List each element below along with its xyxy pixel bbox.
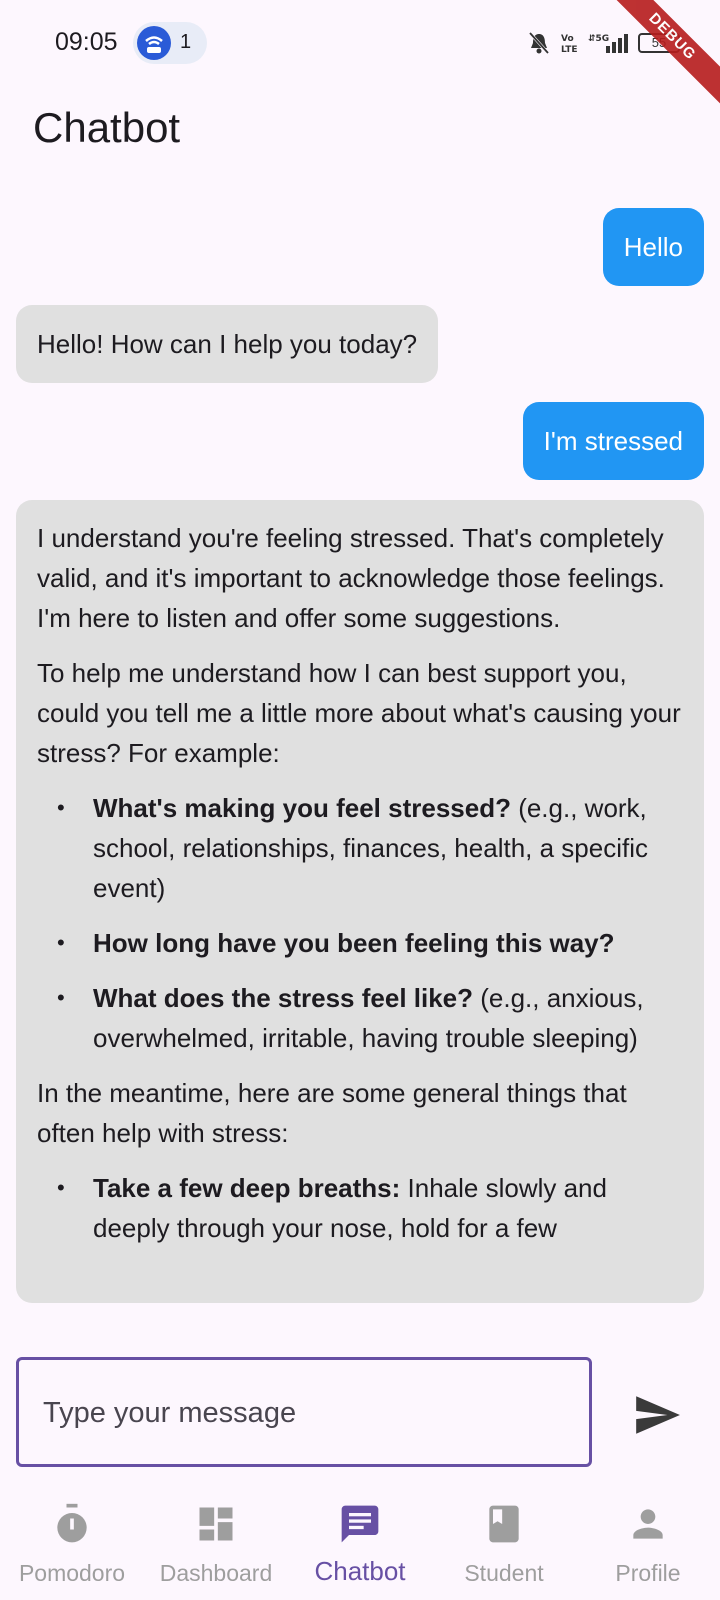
nav-item-pomodoro[interactable]: Pomodoro xyxy=(0,1488,144,1600)
list-item: How long have you been feeling this way? xyxy=(37,923,683,963)
bullet-list: What's making you feel stressed? (e.g., … xyxy=(37,788,683,1058)
input-placeholder: Type your message xyxy=(43,1397,297,1429)
message-paragraph: To help me understand how I can best sup… xyxy=(37,658,681,768)
svg-text:Vo: Vo xyxy=(561,34,574,44)
bottom-nav: Pomodoro Dashboard Chatbot Student Profi… xyxy=(0,1488,720,1600)
bot-message-long: I understand you're feeling stressed. Th… xyxy=(16,500,704,1303)
timer-icon xyxy=(57,1503,87,1543)
page-title: Chatbot xyxy=(33,104,181,151)
notification-pill[interactable]: 1 xyxy=(133,22,207,64)
user-message: I'm stressed xyxy=(522,402,704,480)
silent-bell-icon xyxy=(528,31,550,55)
send-button[interactable] xyxy=(632,1390,682,1440)
hotspot-icon xyxy=(137,26,171,60)
signal-5g-icon: ⇵5G xyxy=(588,34,628,53)
bot-message: Hello! How can I help you today? xyxy=(16,305,439,383)
svg-text:⇵5G: ⇵5G xyxy=(588,34,609,44)
status-bar: 09:05 1 Vo LTE ⇵5G 55 D xyxy=(0,0,720,117)
message-list[interactable]: Hello Hello! How can I help you today? I… xyxy=(0,208,720,1339)
list-item: What does the stress feel like? (e.g., a… xyxy=(37,978,683,1058)
nav-item-dashboard[interactable]: Dashboard xyxy=(144,1488,288,1600)
volte-icon: Vo LTE xyxy=(561,34,578,55)
chat-icon xyxy=(341,1505,379,1543)
send-icon xyxy=(636,1396,680,1434)
bullet-list: Take a few deep breaths: Inhale slowly a… xyxy=(37,1168,683,1248)
person-icon xyxy=(633,1509,663,1539)
nav-item-student[interactable]: Student xyxy=(432,1488,576,1600)
list-item: Take a few deep breaths: Inhale slowly a… xyxy=(37,1168,683,1248)
debug-banner: DEBUG xyxy=(592,0,720,117)
message-input[interactable]: Type your message xyxy=(16,1357,592,1467)
notification-count: 1 xyxy=(180,31,192,53)
nav-item-profile[interactable]: Profile xyxy=(576,1488,720,1600)
list-item: What's making you feel stressed? (e.g., … xyxy=(37,788,683,908)
book-icon xyxy=(489,1505,519,1543)
nav-item-chatbot[interactable]: Chatbot xyxy=(288,1488,432,1600)
message-paragraph: I understand you're feeling stressed. Th… xyxy=(37,523,665,633)
status-time: 09:05 xyxy=(55,28,118,56)
user-message: Hello xyxy=(602,208,704,286)
dashboard-icon xyxy=(199,1507,233,1541)
message-paragraph: In the meantime, here are some general t… xyxy=(37,1078,627,1148)
svg-text:LTE: LTE xyxy=(561,45,578,55)
